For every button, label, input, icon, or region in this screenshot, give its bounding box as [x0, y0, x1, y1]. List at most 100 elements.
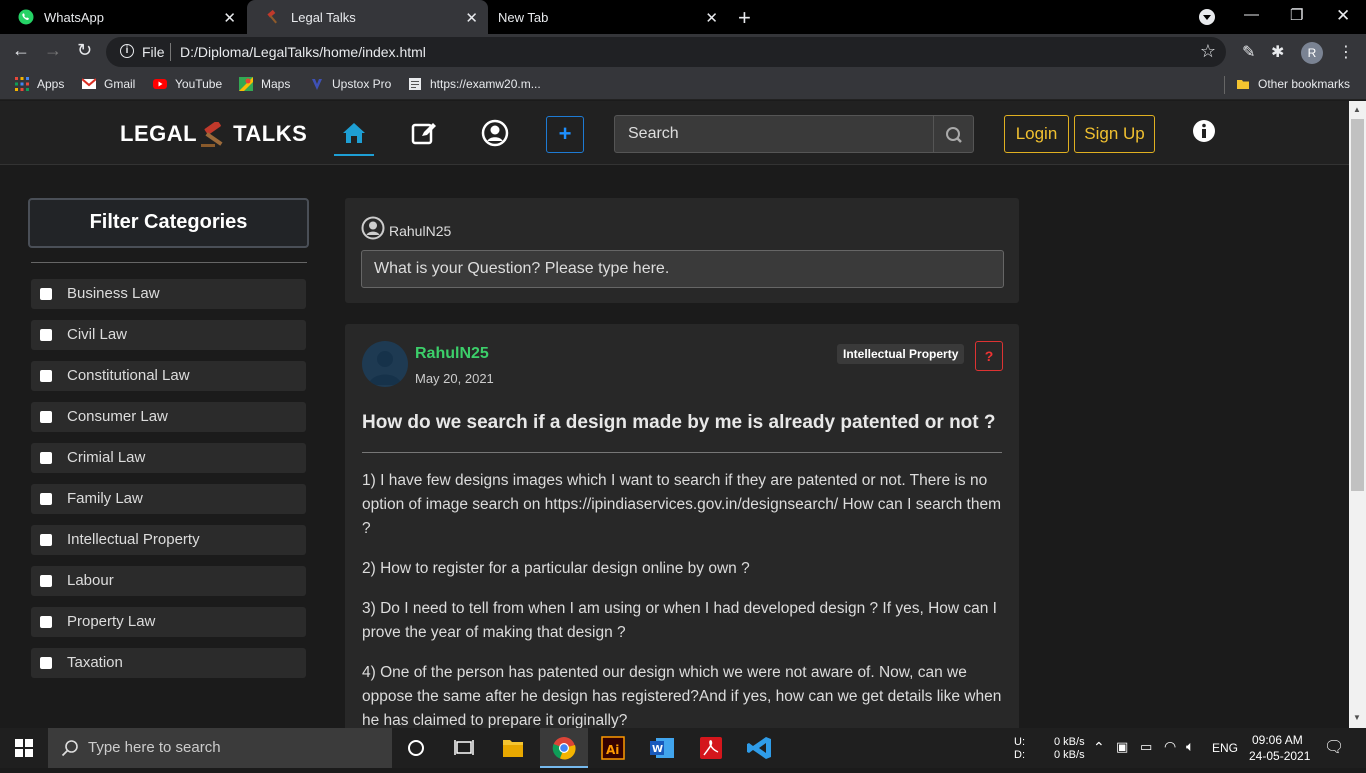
- close-window-icon[interactable]: ✕: [1336, 6, 1350, 26]
- chevron-up-icon[interactable]: ⌃: [1093, 739, 1105, 756]
- edit-icon[interactable]: [410, 119, 438, 147]
- category-item[interactable]: Family Law: [31, 484, 306, 514]
- battery-icon[interactable]: ▭: [1140, 739, 1152, 755]
- divider: [31, 262, 307, 263]
- login-button[interactable]: Login: [1004, 115, 1069, 153]
- category-item[interactable]: Consumer Law: [31, 402, 306, 432]
- scroll-thumb[interactable]: [1351, 119, 1364, 491]
- tab-whatsapp[interactable]: WhatsApp ✕: [0, 0, 246, 34]
- checkbox[interactable]: [40, 370, 52, 382]
- tab-title: WhatsApp: [44, 9, 104, 25]
- home-icon[interactable]: [340, 119, 368, 147]
- chrome-icon[interactable]: [540, 728, 588, 768]
- site-logo[interactable]: LEGAL TALKS: [120, 120, 307, 148]
- vscode-icon[interactable]: [736, 728, 784, 768]
- avatar[interactable]: [362, 341, 408, 387]
- category-tag[interactable]: Intellectual Property: [837, 344, 965, 364]
- browser-toolbar: ← → ↻ i File D:/Diploma/LegalTalks/home/…: [0, 34, 1366, 70]
- checkbox[interactable]: [40, 616, 52, 628]
- search-input[interactable]: Search: [614, 115, 934, 153]
- folder-icon: [1236, 77, 1250, 91]
- windows-start-icon[interactable]: [15, 739, 33, 762]
- category-item[interactable]: Crimial Law: [31, 443, 306, 473]
- tab-search-dropdown-icon[interactable]: [1199, 9, 1215, 25]
- tray-app-icon[interactable]: ▣: [1116, 739, 1128, 755]
- windows-taskbar: Type here to search Ai W U: D: 0 kB/s 0 …: [0, 728, 1366, 768]
- category-item[interactable]: Labour: [31, 566, 306, 596]
- clock-time[interactable]: 09:06 AM: [1252, 733, 1303, 747]
- checkbox[interactable]: [40, 452, 52, 464]
- user-profile-icon[interactable]: [481, 119, 509, 147]
- other-bookmarks[interactable]: Other bookmarks: [1236, 77, 1350, 91]
- close-tab-icon[interactable]: ✕: [705, 9, 718, 27]
- category-item[interactable]: Business Law: [31, 279, 306, 309]
- checkbox[interactable]: [40, 575, 52, 587]
- page-scrollbar[interactable]: ▲ ▼: [1349, 101, 1366, 728]
- back-arrow-icon[interactable]: ←: [12, 40, 30, 61]
- apps-grid-icon: [15, 77, 29, 91]
- category-item[interactable]: Constitutional Law: [31, 361, 306, 391]
- checkbox[interactable]: [40, 657, 52, 669]
- bookmark-upstox[interactable]: Upstox Pro: [310, 77, 391, 91]
- scroll-up-arrow-icon[interactable]: ▲: [1353, 105, 1361, 114]
- acrobat-icon[interactable]: [687, 728, 735, 768]
- menu-kebab-icon[interactable]: ⋮: [1338, 42, 1354, 62]
- bookmark-maps[interactable]: Maps: [239, 77, 290, 91]
- scroll-down-arrow-icon[interactable]: ▼: [1353, 713, 1361, 722]
- post-title[interactable]: How do we search if a design made by me …: [362, 412, 1002, 434]
- url-text[interactable]: D:/Diploma/LegalTalks/home/index.html: [180, 44, 426, 60]
- gavel-icon: [265, 9, 281, 25]
- reload-icon[interactable]: ↻: [77, 40, 92, 61]
- bookmark-star-icon[interactable]: ☆: [1200, 41, 1216, 62]
- search-button[interactable]: [933, 115, 974, 153]
- restore-icon[interactable]: ❐: [1290, 6, 1303, 24]
- bookmark-gmail[interactable]: Gmail: [81, 77, 135, 91]
- info-circle-icon[interactable]: [1192, 119, 1220, 147]
- info-icon[interactable]: i: [120, 44, 134, 58]
- question-mark-button[interactable]: ?: [975, 341, 1003, 371]
- bookmark-youtube[interactable]: YouTube: [153, 77, 222, 91]
- bookmark-examw20[interactable]: https://examw20.m...: [408, 77, 541, 91]
- clock-date[interactable]: 24-05-2021: [1249, 749, 1310, 763]
- task-view-icon[interactable]: [440, 728, 488, 768]
- bookmark-apps[interactable]: Apps: [15, 77, 64, 91]
- address-bar[interactable]: i File D:/Diploma/LegalTalks/home/index.…: [106, 37, 1226, 67]
- category-item[interactable]: Taxation: [31, 648, 306, 678]
- checkbox[interactable]: [40, 493, 52, 505]
- new-tab-plus-icon[interactable]: +: [738, 5, 751, 31]
- question-post-card: RahulN25 May 20, 2021 Intellectual Prope…: [345, 324, 1019, 734]
- wifi-icon[interactable]: ◠: [1164, 738, 1176, 755]
- file-explorer-icon[interactable]: [489, 728, 537, 768]
- category-item[interactable]: Civil Law: [31, 320, 306, 350]
- divider: [362, 452, 1002, 453]
- post-author[interactable]: RahulN25: [415, 345, 489, 363]
- post-body: 1) I have few designs images which I wan…: [362, 469, 1002, 734]
- tab-new-tab[interactable]: New Tab ✕: [488, 0, 728, 34]
- profile-avatar[interactable]: R: [1301, 42, 1323, 64]
- question-input[interactable]: What is your Question? Please type here.: [361, 250, 1004, 288]
- checkbox[interactable]: [40, 329, 52, 341]
- minimize-icon[interactable]: —: [1244, 6, 1259, 23]
- cortana-icon[interactable]: [392, 728, 440, 768]
- close-tab-icon[interactable]: ✕: [465, 9, 478, 27]
- category-item[interactable]: Property Law: [31, 607, 306, 637]
- scheme-label: File: [142, 44, 165, 60]
- volume-icon[interactable]: 🔈︎: [1186, 738, 1194, 755]
- network-upload-speed: 0 kB/s: [1054, 736, 1085, 748]
- checkbox[interactable]: [40, 534, 52, 546]
- category-item[interactable]: Intellectual Property: [31, 525, 306, 555]
- checkbox[interactable]: [40, 288, 52, 300]
- taskbar-search-input[interactable]: Type here to search: [48, 728, 392, 768]
- extension-pen-icon[interactable]: ✎: [1242, 42, 1255, 62]
- checkbox[interactable]: [40, 411, 52, 423]
- close-tab-icon[interactable]: ✕: [223, 9, 236, 27]
- illustrator-icon[interactable]: Ai: [589, 728, 637, 768]
- notifications-icon[interactable]: 🗨︎: [1324, 737, 1344, 757]
- language-indicator[interactable]: ENG: [1212, 741, 1238, 755]
- word-icon[interactable]: W: [638, 728, 686, 768]
- tab-legal-talks[interactable]: Legal Talks ✕: [247, 0, 488, 34]
- add-question-button[interactable]: +: [546, 116, 584, 153]
- extensions-puzzle-icon[interactable]: ✱: [1271, 42, 1284, 62]
- forward-arrow-icon[interactable]: →: [44, 40, 62, 61]
- sign-up-button[interactable]: Sign Up: [1074, 115, 1155, 153]
